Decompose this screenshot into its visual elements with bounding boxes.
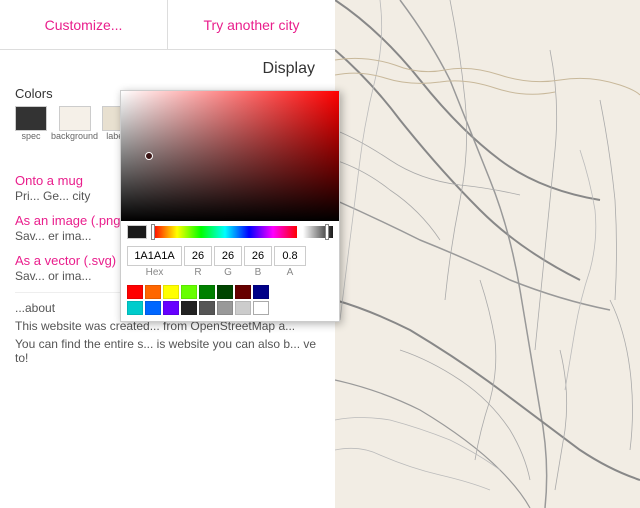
g-input[interactable] — [214, 246, 242, 266]
r-label: R — [194, 267, 201, 278]
hex-label: Hex — [146, 267, 164, 278]
preset-mid-gray[interactable] — [217, 301, 233, 315]
swatch-background-box[interactable] — [59, 106, 91, 131]
preset-red[interactable] — [127, 285, 143, 299]
gradient-area[interactable] — [121, 91, 339, 221]
b-input-group: B — [244, 246, 272, 278]
swatch-spec-label: spec — [21, 131, 40, 141]
swatch-spec[interactable]: spec — [15, 106, 47, 141]
alpha-thumb — [325, 224, 329, 240]
export-png-link[interactable]: As an image (.png) — [15, 213, 125, 228]
hue-slider-row — [121, 221, 339, 243]
preset-lime[interactable] — [181, 285, 197, 299]
alpha-slider[interactable] — [303, 226, 333, 238]
hue-slider[interactable] — [153, 226, 297, 238]
preset-green[interactable] — [199, 285, 215, 299]
preset-navy[interactable] — [253, 285, 269, 299]
preset-dark-green[interactable] — [217, 285, 233, 299]
preset-blue[interactable] — [145, 301, 161, 315]
preset-dark-red[interactable] — [235, 285, 251, 299]
a-label: A — [287, 267, 294, 278]
display-title: Display — [15, 60, 320, 78]
b-label: B — [255, 267, 262, 278]
r-input[interactable] — [184, 246, 212, 266]
g-label: G — [224, 267, 232, 278]
color-preview-swatch — [127, 225, 147, 239]
export-svg-link[interactable]: As a vector (.svg) — [15, 253, 116, 268]
preset-white[interactable] — [253, 301, 269, 315]
preset-purple[interactable] — [163, 301, 179, 315]
about-text-3: You can find the entire s... is website … — [15, 337, 320, 365]
preset-orange[interactable] — [145, 285, 161, 299]
a-input[interactable] — [274, 246, 306, 266]
top-nav: Customize... Try another city — [0, 0, 335, 50]
g-input-group: G — [214, 246, 242, 278]
hex-input-group: Hex — [127, 246, 182, 278]
preset-cyan[interactable] — [127, 301, 143, 315]
preset-colors — [121, 281, 339, 321]
preset-row-2 — [127, 301, 333, 315]
export-mug-link[interactable]: Onto a mug — [15, 173, 83, 188]
b-input[interactable] — [244, 246, 272, 266]
swatch-background[interactable]: background — [51, 106, 98, 141]
customize-button[interactable]: Customize... — [0, 0, 168, 49]
preset-row-1 — [127, 285, 333, 299]
brightness-gradient — [121, 91, 339, 221]
preset-dark-gray[interactable] — [199, 301, 215, 315]
swatch-background-label: background — [51, 131, 98, 141]
color-picker-popup: Hex R G B A — [120, 90, 340, 322]
preset-very-dark[interactable] — [181, 301, 197, 315]
swatch-spec-box[interactable] — [15, 106, 47, 131]
color-inputs-row: Hex R G B A — [121, 243, 339, 281]
hue-thumb — [151, 224, 155, 240]
a-input-group: A — [274, 246, 306, 278]
hex-input[interactable] — [127, 246, 182, 266]
preset-light-gray[interactable] — [235, 301, 251, 315]
try-another-button[interactable]: Try another city — [168, 0, 335, 49]
r-input-group: R — [184, 246, 212, 278]
preset-yellow[interactable] — [163, 285, 179, 299]
